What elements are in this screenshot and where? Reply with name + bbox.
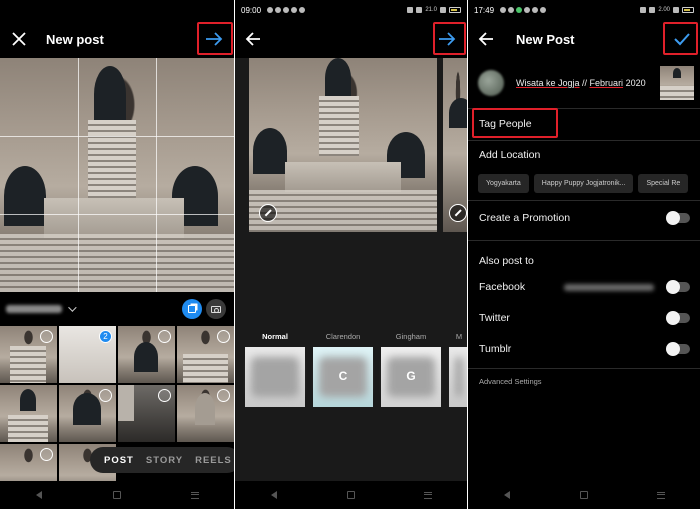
highlight-share-button <box>663 22 698 55</box>
next-photo-preview[interactable] <box>443 58 467 232</box>
location-chip[interactable]: Yogyakarta <box>478 174 529 193</box>
edit-icon[interactable] <box>449 204 467 222</box>
tumblr-toggle[interactable] <box>666 342 690 356</box>
phone-filters: 09:00 21.0 Normal Clarendon C Gingham G … <box>235 0 467 509</box>
battery-icon <box>682 7 694 13</box>
page-title: New Post <box>516 31 575 47</box>
battery-icon <box>449 7 461 13</box>
phone-post-details: 17:49 2.00 New Post Wisata ke Jogja // F… <box>468 0 700 509</box>
caption-input[interactable]: Wisata ke Jogja // Februari 2020 <box>516 78 646 88</box>
filter-normal[interactable]: Normal <box>245 332 305 407</box>
status-bar: 09:00 21.0 <box>235 0 467 20</box>
mode-switcher[interactable]: POST STORY REELS L <box>90 447 234 473</box>
mode-story[interactable]: STORY <box>146 455 183 466</box>
gallery-thumb[interactable] <box>118 326 175 383</box>
location-suggestions: Yogyakarta Happy Puppy Jogjatronik... Sp… <box>478 174 689 193</box>
gallery-thumb[interactable]: 2 <box>59 326 116 383</box>
location-chip[interactable]: Happy Puppy Jogjatronik... <box>533 174 634 193</box>
close-icon[interactable] <box>5 25 33 53</box>
highlight-next-button <box>433 22 466 55</box>
caption-row[interactable]: Wisata ke Jogja // Februari 2020 <box>468 58 700 108</box>
filter-gingham[interactable]: Gingham G <box>381 332 441 407</box>
multi-select-icon[interactable] <box>182 299 202 319</box>
phone-new-post-gallery: New post 2 POST STORY REELS <box>0 0 234 509</box>
advanced-settings-link[interactable]: Advanced Settings <box>479 377 542 386</box>
camera-icon[interactable] <box>206 299 226 319</box>
preview-photo <box>249 58 437 232</box>
filter-clarendon[interactable]: Clarendon C <box>313 332 373 407</box>
highlight-tag-people <box>472 108 558 138</box>
post-thumbnail <box>660 66 694 100</box>
home-nav-icon[interactable] <box>106 488 128 502</box>
edit-icon[interactable] <box>259 204 277 222</box>
system-nav-bar <box>235 481 467 509</box>
twitter-toggle[interactable] <box>666 311 690 325</box>
gallery-thumb[interactable] <box>0 326 57 383</box>
menu-nav-icon[interactable] <box>184 488 206 502</box>
create-promotion-toggle[interactable] <box>666 211 690 225</box>
mode-post[interactable]: POST <box>104 455 134 466</box>
chevron-down-icon <box>68 303 77 312</box>
home-nav-icon[interactable] <box>340 488 362 502</box>
gallery-thumb[interactable] <box>118 385 175 442</box>
album-name <box>6 305 62 313</box>
status-signal: 21.0 <box>425 7 437 13</box>
gallery-thumb[interactable] <box>177 326 234 383</box>
menu-nav-icon[interactable] <box>417 488 439 502</box>
add-location-row[interactable]: Add Location <box>468 144 700 166</box>
menu-nav-icon[interactable] <box>650 488 672 502</box>
home-nav-icon[interactable] <box>573 488 595 502</box>
status-time: 09:00 <box>241 5 262 15</box>
location-chip[interactable]: Special Re <box>638 174 689 193</box>
arrow-left-icon[interactable] <box>239 25 267 53</box>
arrow-left-icon[interactable] <box>472 25 500 53</box>
system-nav-bar <box>0 481 234 509</box>
avatar <box>478 70 504 96</box>
system-nav-bar <box>468 481 700 509</box>
facebook-account <box>564 284 654 291</box>
status-signal: 2.00 <box>658 7 670 13</box>
page-title: New post <box>46 31 104 47</box>
mode-reels[interactable]: REELS <box>195 455 232 466</box>
also-post-to-heading: Also post to <box>479 255 534 267</box>
back-nav-icon[interactable] <box>28 488 50 502</box>
album-selector[interactable] <box>0 292 234 326</box>
back-nav-icon[interactable] <box>496 488 518 502</box>
back-nav-icon[interactable] <box>263 488 285 502</box>
filter-strip: Normal Clarendon C Gingham G M <box>245 332 467 407</box>
status-time: 17:49 <box>474 5 495 15</box>
highlight-next-button <box>197 22 233 55</box>
preview-photo <box>0 58 234 292</box>
gallery-thumb[interactable] <box>0 385 57 442</box>
gallery-thumb[interactable] <box>177 385 234 442</box>
status-bar: 17:49 2.00 <box>468 0 700 20</box>
gallery-thumb[interactable] <box>59 385 116 442</box>
facebook-toggle[interactable] <box>666 280 690 294</box>
filter-more[interactable]: M <box>449 332 467 407</box>
